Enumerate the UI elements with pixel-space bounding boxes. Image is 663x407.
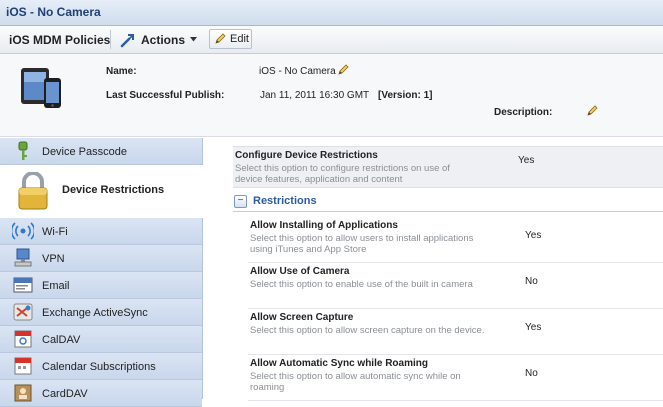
restriction-description: Select this option to allow screen captu… xyxy=(250,325,485,336)
last-publish-label: Last Successful Publish: xyxy=(106,90,225,101)
sidebar-item-label: Calendar Subscriptions xyxy=(42,361,156,373)
toolbar: iOS MDM Policies Actions Edit xyxy=(0,26,663,54)
sidebar-item-carddav[interactable]: CardDAV xyxy=(0,380,202,407)
name-label: Name: xyxy=(106,66,137,77)
vpn-icon xyxy=(14,248,32,267)
email-icon xyxy=(13,277,33,293)
sidebar-item-wifi[interactable]: Wi-Fi xyxy=(0,218,202,245)
sidebar-item-label: Email xyxy=(42,280,70,292)
restriction-title: Allow Use of Camera xyxy=(250,266,350,277)
restriction-title: Allow Automatic Sync while Roaming xyxy=(250,358,428,369)
key-icon xyxy=(18,141,28,160)
edit-button[interactable]: Edit xyxy=(209,29,252,49)
sidebar-item-exchange-activesync[interactable]: Exchange ActiveSync xyxy=(0,299,202,326)
restriction-description: Select this option to enable use of the … xyxy=(250,279,473,290)
restriction-value[interactable]: No xyxy=(525,368,538,379)
configure-restrictions-row[interactable]: Configure Device Restrictions Select thi… xyxy=(233,146,663,188)
sidebar-item-label: CardDAV xyxy=(42,388,88,400)
sidebar-item-label: VPN xyxy=(42,253,65,265)
actions-label: Actions xyxy=(141,32,186,47)
sidebar-item-label: Exchange ActiveSync xyxy=(42,307,148,319)
sidebar-item-label: Device Restrictions xyxy=(62,184,165,196)
sidebar-item-device-passcode[interactable]: Device Passcode xyxy=(0,138,202,165)
name-value: iOS - No Camera xyxy=(259,66,336,77)
window-title: iOS - No Camera xyxy=(6,5,101,19)
actions-icon xyxy=(120,33,134,47)
sidebar-item-device-restrictions[interactable]: Device Restrictions xyxy=(0,165,206,218)
sidebar-item-vpn[interactable]: VPN xyxy=(0,245,202,272)
exchange-icon xyxy=(13,303,33,321)
configure-restrictions-description: Select this option to configure restrict… xyxy=(235,163,450,185)
description-label: Description: xyxy=(494,107,553,118)
sidebar-item-caldav[interactable]: CalDAV xyxy=(0,326,202,353)
caldav-icon xyxy=(14,330,32,348)
sidebar-item-label: CalDAV xyxy=(42,334,81,346)
sidebar-item-email[interactable]: Email xyxy=(0,272,202,299)
restriction-row-screen-capture[interactable]: Allow Screen Capture Select this option … xyxy=(248,308,663,355)
padlock-icon xyxy=(18,172,48,210)
chevron-down-icon xyxy=(190,37,198,42)
restriction-row-sync-roaming[interactable]: Allow Automatic Sync while Roaming Selec… xyxy=(248,354,663,401)
actions-menu-button[interactable]: Actions xyxy=(120,29,198,50)
restrictions-section-title: Restrictions xyxy=(253,195,317,207)
restriction-title: Allow Installing of Applications xyxy=(250,220,398,231)
configure-restrictions-title: Configure Device Restrictions xyxy=(235,150,378,161)
restriction-value[interactable]: Yes xyxy=(525,230,541,241)
restriction-value[interactable]: Yes xyxy=(525,322,541,333)
policy-sidebar: Device Passcode Device Restrictions Wi-F… xyxy=(0,138,206,407)
pencil-icon xyxy=(215,33,226,44)
edit-description-pencil-icon[interactable] xyxy=(586,105,598,117)
carddav-icon xyxy=(14,384,32,402)
restriction-row-install-apps[interactable]: Allow Installing of Applications Select … xyxy=(248,216,663,263)
edit-label: Edit xyxy=(230,33,249,45)
policy-info-panel: Name: iOS - No Camera Last Successful Pu… xyxy=(0,54,663,137)
restrictions-content: Configure Device Restrictions Select thi… xyxy=(203,138,663,401)
restriction-description: Select this option to allow automatic sy… xyxy=(250,371,461,393)
ios-devices-icon xyxy=(21,68,61,108)
collapse-toggle-icon[interactable]: − xyxy=(234,195,247,208)
restriction-row-camera[interactable]: Allow Use of Camera Select this option t… xyxy=(248,262,663,309)
sidebar-item-label: Device Passcode xyxy=(42,146,127,158)
version-value: [Version: 1] xyxy=(378,90,433,101)
title-bar: iOS - No Camera xyxy=(0,0,663,26)
toolbar-divider xyxy=(110,30,111,49)
edit-name-pencil-icon[interactable] xyxy=(337,64,349,76)
restriction-title: Allow Screen Capture xyxy=(250,312,354,323)
configure-restrictions-value[interactable]: Yes xyxy=(518,155,534,166)
sidebar-item-label: Wi-Fi xyxy=(42,226,68,238)
last-publish-value: Jan 11, 2011 16:30 GMT xyxy=(260,90,370,101)
restrictions-section-header: − Restrictions xyxy=(233,191,663,212)
wifi-icon xyxy=(12,222,34,240)
restriction-description: Select this option to allow users to ins… xyxy=(250,233,474,255)
restriction-value[interactable]: No xyxy=(525,276,538,287)
calendar-icon xyxy=(14,357,32,375)
sidebar-item-calendar-subscriptions[interactable]: Calendar Subscriptions xyxy=(0,353,202,380)
policies-breadcrumb[interactable]: iOS MDM Policies xyxy=(9,33,110,47)
